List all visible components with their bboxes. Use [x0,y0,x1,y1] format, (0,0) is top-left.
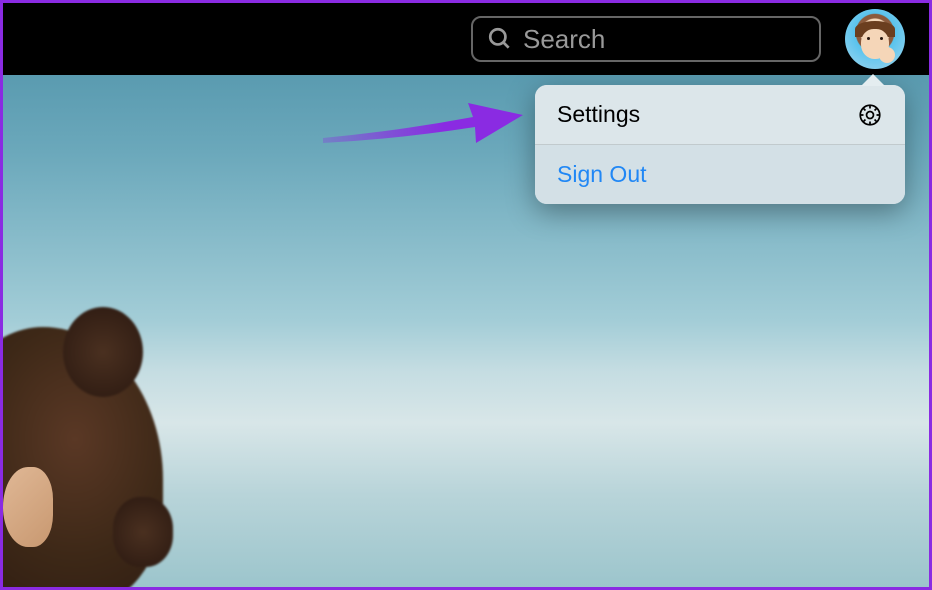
background-photo-hair [3,327,163,587]
signout-label: Sign Out [557,161,647,188]
search-field[interactable] [471,16,821,62]
settings-menu-item[interactable]: Settings [535,85,905,145]
background-photo-ear [3,467,53,547]
avatar-button[interactable] [845,9,905,69]
account-dropdown: Settings Sign Out [535,85,905,204]
search-input[interactable] [523,24,805,55]
search-icon [487,26,513,52]
gear-icon [857,102,883,128]
settings-label: Settings [557,101,640,128]
top-header [3,3,929,75]
signout-menu-item[interactable]: Sign Out [535,145,905,204]
